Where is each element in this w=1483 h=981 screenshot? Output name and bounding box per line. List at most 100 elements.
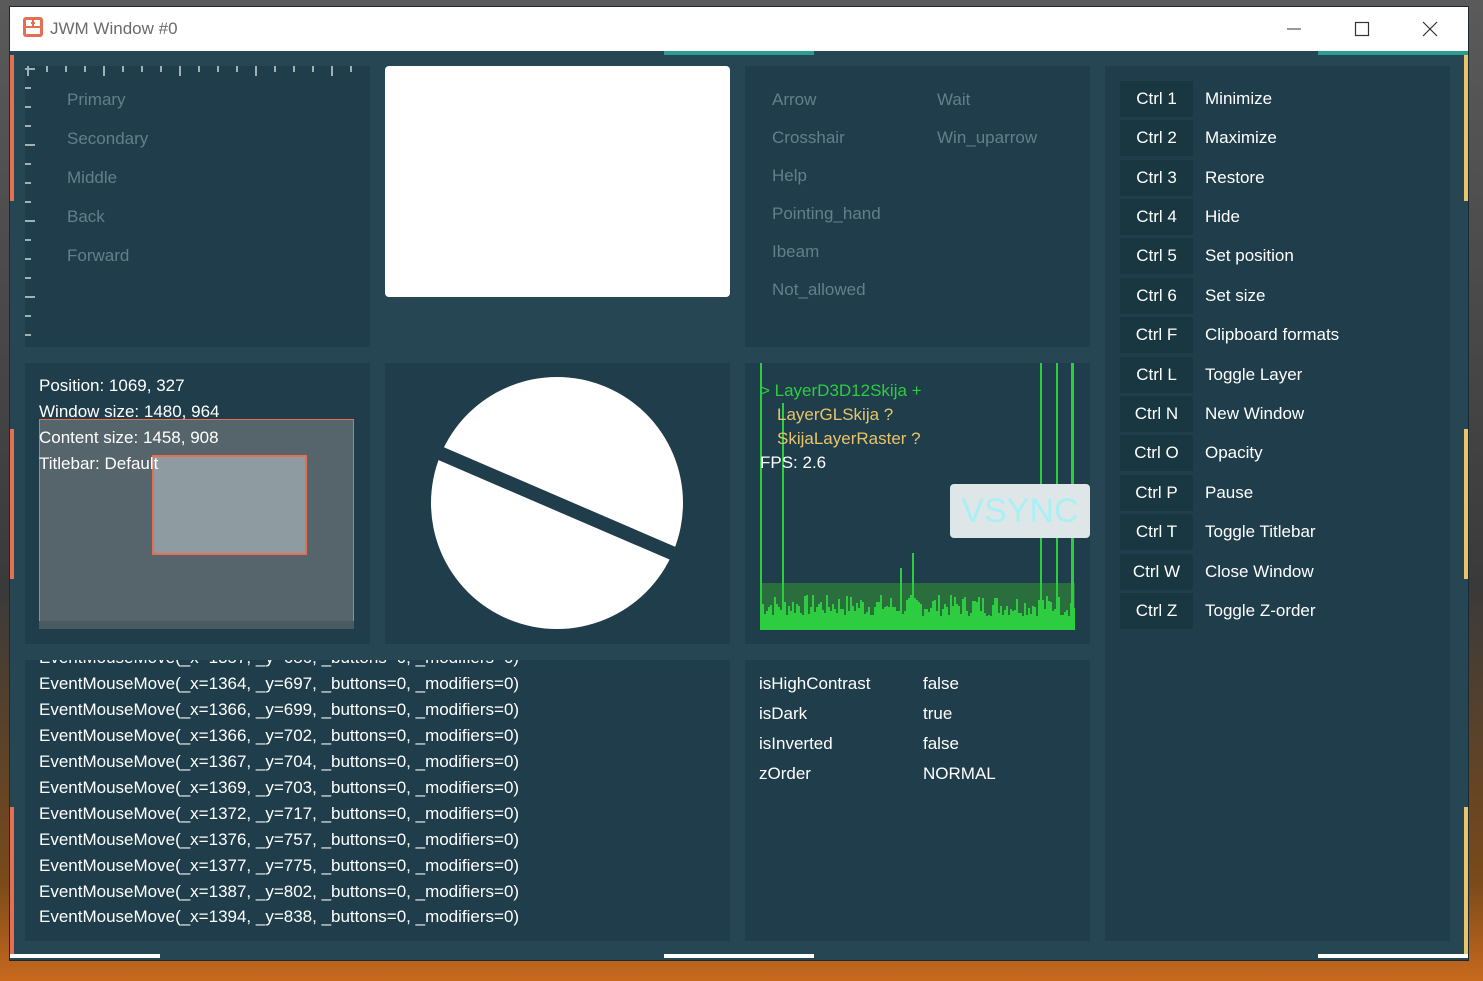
fps-bar	[1058, 597, 1060, 630]
cursor-not-allowed[interactable]: Not_allowed	[772, 280, 866, 300]
resize-edge-top-center[interactable]	[664, 51, 814, 55]
fps-bar	[918, 602, 920, 630]
fps-bar	[930, 608, 932, 630]
fps-bar	[1064, 612, 1066, 630]
fps-bar	[986, 616, 988, 630]
resize-edge-bottom-right[interactable]	[1318, 954, 1468, 958]
cursor-win-uparrow[interactable]: Win_uparrow	[937, 128, 1037, 148]
fps-bar	[776, 604, 778, 630]
app-icon	[23, 17, 43, 37]
fps-bar	[1002, 615, 1004, 630]
mouse-button-middle: Middle	[67, 168, 118, 187]
cursor-help[interactable]: Help	[772, 166, 807, 186]
mouse-button-forward: Forward	[67, 246, 130, 265]
fps-bar	[788, 606, 790, 630]
fps-bar	[812, 595, 814, 630]
vsync-button[interactable]: VSYNC	[950, 484, 1090, 538]
fps-bar	[964, 597, 966, 630]
minimize-icon	[1287, 28, 1301, 30]
prop-key-dark: isDark	[759, 704, 808, 723]
fps-bar	[876, 602, 878, 630]
fps-bar	[1008, 615, 1010, 630]
shortcut-label: Opacity	[1205, 443, 1263, 462]
shortcuts-list: Ctrl 1 Minimize Ctrl 2 Maximize Ctrl 3 R…	[1105, 66, 1450, 941]
resize-edge-top-right[interactable]	[1318, 51, 1468, 55]
drawing-canvas[interactable]	[385, 66, 730, 297]
fps-bar	[1046, 596, 1048, 630]
fps-bar	[906, 600, 908, 630]
fps-bar	[1038, 600, 1040, 630]
fps-bar	[962, 599, 964, 630]
fps-bar	[926, 609, 928, 630]
fps-bar	[910, 595, 912, 630]
fps-bar	[890, 598, 892, 630]
cursor-wait[interactable]: Wait	[937, 90, 970, 110]
resize-edge-bottom-center[interactable]	[664, 954, 814, 958]
mouse-buttons-panel[interactable]: Primary Secondary Middle Back Forward	[25, 66, 370, 347]
cursor-crosshair[interactable]: Crosshair	[772, 128, 845, 148]
fps-bar	[1074, 608, 1075, 630]
fps-bar	[932, 601, 934, 630]
fps-bar	[768, 607, 770, 630]
resize-edge-right-mid[interactable]	[1464, 429, 1468, 579]
layer-raster-skija[interactable]: SkijaLayerRaster ?	[777, 429, 921, 449]
event-line: EventMouseMove(_x=1394, _y=838, _buttons…	[39, 907, 520, 926]
close-button[interactable]	[1396, 7, 1464, 51]
event-log-panel[interactable]: EventMouseMove(_x=1357, _y=686, _buttons…	[25, 660, 730, 941]
fps-label: FPS: 2.6	[760, 453, 827, 472]
fps-bar	[1036, 616, 1038, 630]
fps-bar	[1054, 609, 1056, 630]
fps-bar	[980, 611, 982, 630]
fps-bar	[1006, 606, 1008, 630]
fps-bar	[1024, 603, 1026, 630]
window-size-label: Window size: 1480, 964	[39, 402, 220, 421]
event-line: EventMouseMove(_x=1367, _y=704, _buttons…	[39, 752, 520, 771]
vsync-label: VSYNC	[961, 491, 1079, 530]
cursor-ibeam[interactable]: Ibeam	[772, 242, 819, 262]
resize-edge-right-top[interactable]	[1464, 55, 1468, 201]
fps-bar	[804, 596, 806, 630]
shortcut-key: Ctrl N	[1120, 396, 1193, 432]
resize-edge-left-mid[interactable]	[10, 429, 14, 579]
fps-bar	[792, 602, 794, 630]
resize-edge-top[interactable]	[10, 51, 160, 55]
shortcut-key: Ctrl L	[1120, 357, 1193, 393]
cursor-pointing-hand[interactable]: Pointing_hand	[772, 204, 881, 224]
event-line: EventMouseMove(_x=1377, _y=775, _buttons…	[39, 856, 520, 875]
shortcut-key: Ctrl F	[1120, 317, 1193, 353]
event-line: EventMouseMove(_x=1387, _y=802, _buttons…	[39, 882, 520, 901]
title-bar[interactable]: JWM Window #0	[10, 7, 1468, 51]
fps-bar	[990, 616, 992, 630]
fps-bar	[1044, 609, 1046, 630]
shortcut-label: Toggle Titlebar	[1205, 522, 1316, 541]
animation-panel	[385, 363, 730, 644]
layer-gl-skija[interactable]: LayerGLSkija ?	[777, 405, 893, 425]
fps-bar	[762, 604, 764, 630]
fps-bar	[1060, 615, 1062, 630]
fps-bar	[1042, 600, 1044, 630]
fps-bar	[884, 607, 886, 630]
fps-bar	[846, 596, 848, 630]
event-line: EventMouseMove(_x=1366, _y=699, _buttons…	[39, 700, 520, 719]
maximize-button[interactable]	[1328, 7, 1396, 51]
resize-edge-bottom-left[interactable]	[10, 954, 160, 958]
fps-bar	[940, 616, 942, 630]
fps-bar	[914, 598, 916, 630]
resize-edge-left-top[interactable]	[10, 55, 14, 201]
fps-bar	[898, 611, 900, 630]
fps-bar	[844, 615, 846, 630]
layers-panel: > LayerD3D12Skija + LayerGLSkija ? Skija…	[745, 363, 1090, 644]
fps-bar	[996, 598, 998, 630]
fps-bar	[818, 604, 820, 630]
fps-bar	[974, 601, 976, 630]
active-layer-label[interactable]: > LayerD3D12Skija +	[760, 381, 922, 401]
cursors-panel[interactable]: Arrow Crosshair Help Pointing_hand Ibeam…	[745, 66, 1090, 347]
minimize-button[interactable]	[1260, 7, 1328, 51]
cursor-arrow[interactable]: Arrow	[772, 90, 816, 110]
fps-bar	[810, 607, 812, 630]
resize-edge-right-bottom[interactable]	[1464, 807, 1468, 954]
fps-bar	[1050, 602, 1052, 630]
resize-edge-left-bottom[interactable]	[10, 807, 14, 954]
fps-bar	[1028, 608, 1030, 630]
shortcut-label: Maximize	[1205, 128, 1277, 147]
